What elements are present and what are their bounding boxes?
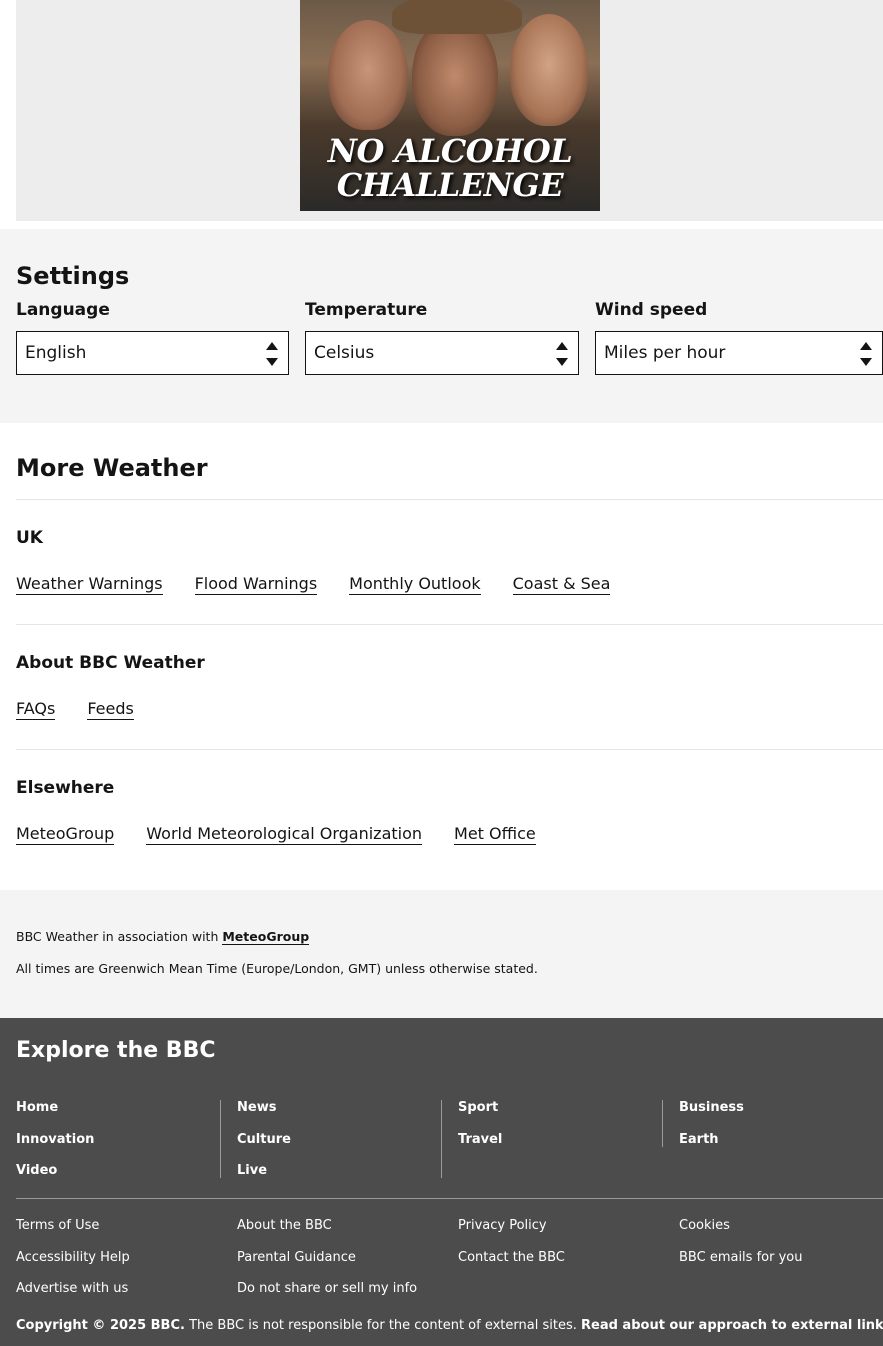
accessibility-help-link[interactable]: Accessibility Help — [16, 1250, 130, 1282]
do-not-share-link[interactable]: Do not share or sell my info — [237, 1281, 417, 1313]
select-arrows-icon — [556, 342, 568, 366]
footer-nav-column: Business Earth — [679, 1100, 744, 1163]
footer-link-news[interactable]: News — [237, 1100, 291, 1132]
divider — [220, 1100, 221, 1178]
association-section: BBC Weather in association with MeteoGro… — [0, 890, 883, 1018]
about-bbc-link[interactable]: About the BBC — [237, 1218, 417, 1250]
ad-photo-person — [510, 14, 588, 126]
met-office-link[interactable]: Met Office — [454, 824, 536, 845]
temperature-field: Temperature Celsius — [305, 300, 579, 375]
bbc-emails-link[interactable]: BBC emails for you — [679, 1250, 802, 1282]
select-arrows-icon — [266, 342, 278, 366]
footer-link-live[interactable]: Live — [237, 1163, 291, 1195]
temperature-label: Temperature — [305, 300, 428, 320]
advert-banner[interactable]: NO ALCOHOL CHALLENGE — [300, 0, 600, 211]
wind-speed-select[interactable]: Miles per hour — [595, 331, 883, 375]
footer-link-travel[interactable]: Travel — [458, 1132, 502, 1164]
wind-speed-label: Wind speed — [595, 300, 708, 320]
divider — [441, 1100, 442, 1178]
ad-headline-line: NO ALCOHOL — [327, 132, 573, 170]
divider — [16, 624, 883, 625]
contact-bbc-link[interactable]: Contact the BBC — [458, 1250, 565, 1282]
copyright-line: Copyright © 2025 BBC. The BBC is not res… — [16, 1318, 883, 1333]
footer-nav-column: Home Innovation Video — [16, 1100, 94, 1195]
elsewhere-heading: Elsewhere — [16, 778, 115, 798]
association-prefix: BBC Weather in association with — [16, 929, 223, 944]
uk-links: Weather Warnings Flood Warnings Monthly … — [16, 574, 611, 595]
footer-nav-column: Sport Travel — [458, 1100, 502, 1163]
footer-link-video[interactable]: Video — [16, 1163, 94, 1195]
more-weather-section: More Weather UK Weather Warnings Flood W… — [0, 423, 883, 890]
ad-headline: NO ALCOHOL CHALLENGE — [300, 134, 600, 202]
more-weather-title: More Weather — [16, 454, 208, 482]
monthly-outlook-link[interactable]: Monthly Outlook — [349, 574, 481, 595]
meteogroup-partner-link[interactable]: MeteoGroup — [222, 929, 310, 945]
language-label: Language — [16, 300, 110, 320]
footer-legal-column: About the BBC Parental Guidance Do not s… — [237, 1218, 417, 1313]
divider — [16, 749, 883, 750]
about-links: FAQs Feeds — [16, 699, 134, 720]
disclaimer-text: The BBC is not responsible for the conte… — [184, 1318, 581, 1333]
settings-title: Settings — [16, 262, 130, 290]
footer-nav-column: News Culture Live — [237, 1100, 291, 1195]
footer-legal-column: Cookies BBC emails for you — [679, 1218, 802, 1281]
parental-guidance-link[interactable]: Parental Guidance — [237, 1250, 417, 1282]
divider — [16, 499, 883, 500]
footer-link-sport[interactable]: Sport — [458, 1100, 502, 1132]
terms-of-use-link[interactable]: Terms of Use — [16, 1218, 130, 1250]
divider — [662, 1100, 663, 1147]
copyright-text: Copyright © 2025 BBC. — [16, 1318, 185, 1333]
site-footer: Explore the BBC Home Innovation Video Ne… — [0, 1018, 883, 1346]
ad-photo-person — [412, 16, 498, 136]
temperature-value: Celsius — [314, 343, 375, 363]
footer-legal-column: Terms of Use Accessibility Help Advertis… — [16, 1218, 130, 1313]
settings-section: Settings Language English Temperature Ce… — [0, 229, 883, 423]
faqs-link[interactable]: FAQs — [16, 699, 56, 720]
ad-headline-line: CHALLENGE — [336, 166, 564, 204]
footer-link-culture[interactable]: Culture — [237, 1132, 291, 1164]
footer-title: Explore the BBC — [16, 1038, 216, 1063]
wind-speed-value: Miles per hour — [604, 343, 726, 363]
about-heading: About BBC Weather — [16, 653, 205, 673]
cookies-link[interactable]: Cookies — [679, 1218, 802, 1250]
meteogroup-link[interactable]: MeteoGroup — [16, 824, 115, 845]
advert-area: NO ALCOHOL CHALLENGE — [16, 0, 883, 221]
uk-heading: UK — [16, 528, 43, 548]
footer-link-business[interactable]: Business — [679, 1100, 744, 1132]
wmo-link[interactable]: World Meteorological Organization — [146, 824, 423, 845]
wind-speed-field: Wind speed Miles per hour — [595, 300, 883, 375]
footer-link-earth[interactable]: Earth — [679, 1132, 744, 1164]
language-select[interactable]: English — [16, 331, 289, 375]
footer-legal-column: Privacy Policy Contact the BBC — [458, 1218, 565, 1281]
language-value: English — [25, 343, 87, 363]
ad-photo-person — [328, 20, 408, 130]
footer-link-home[interactable]: Home — [16, 1100, 94, 1132]
advertise-link[interactable]: Advertise with us — [16, 1281, 130, 1313]
ad-photo-hat — [392, 0, 522, 34]
privacy-policy-link[interactable]: Privacy Policy — [458, 1218, 565, 1250]
divider — [16, 1198, 883, 1199]
select-arrows-icon — [860, 342, 872, 366]
coast-and-sea-link[interactable]: Coast & Sea — [512, 574, 611, 595]
feeds-link[interactable]: Feeds — [87, 699, 134, 720]
temperature-select[interactable]: Celsius — [305, 331, 579, 375]
elsewhere-links: MeteoGroup World Meteorological Organiza… — [16, 824, 536, 845]
association-text: BBC Weather in association with MeteoGro… — [16, 929, 310, 945]
external-linking-link[interactable]: Read about our approach to external link… — [581, 1318, 883, 1333]
footer-link-innovation[interactable]: Innovation — [16, 1132, 94, 1164]
language-field: Language English — [16, 300, 289, 375]
times-note: All times are Greenwich Mean Time (Europ… — [16, 961, 538, 976]
flood-warnings-link[interactable]: Flood Warnings — [194, 574, 318, 595]
weather-warnings-link[interactable]: Weather Warnings — [16, 574, 163, 595]
